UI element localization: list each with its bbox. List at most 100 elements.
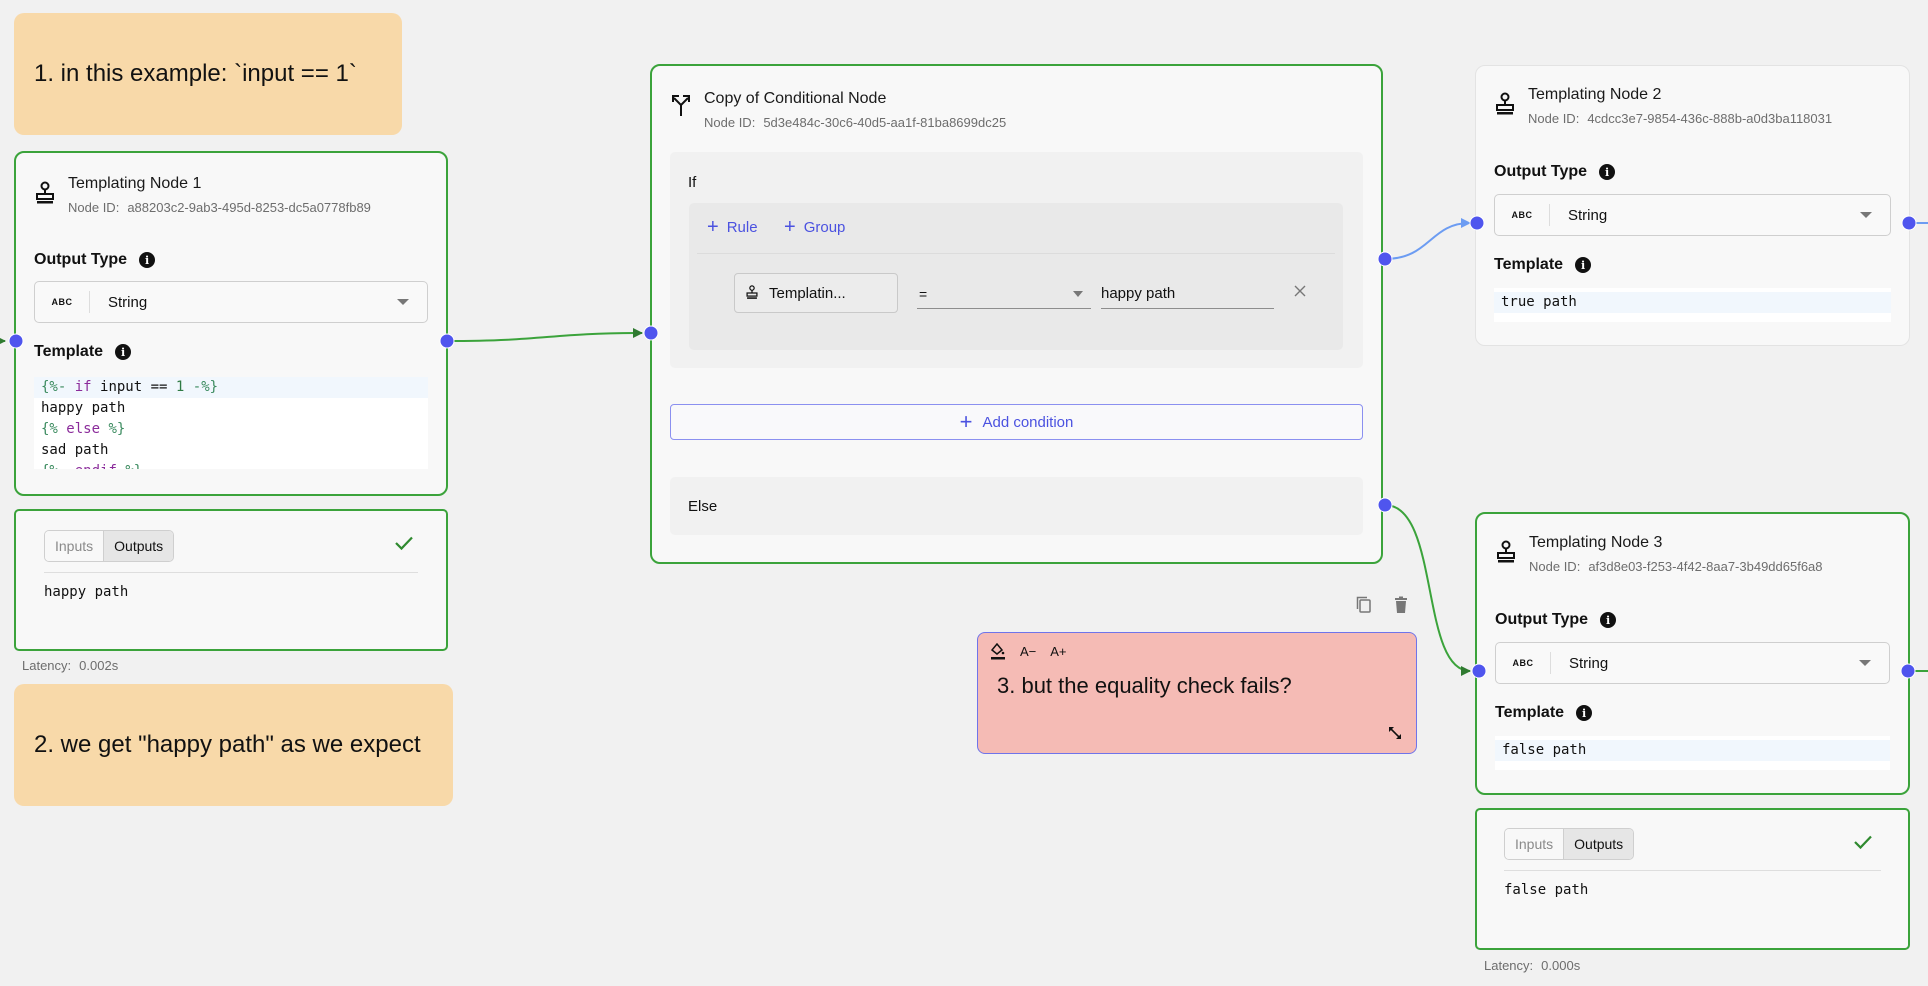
rules-box: + Rule + Group Templatin... = happy path: [689, 203, 1343, 350]
sticky-note-3-text: 3. but the equality check fails?: [997, 673, 1292, 698]
conditional-node[interactable]: Copy of Conditional Node Node ID: 5d3e484…: [650, 64, 1383, 564]
node-1-input-handle[interactable]: [8, 333, 24, 349]
output-value: false path: [1504, 882, 1589, 898]
info-icon[interactable]: i: [1599, 164, 1616, 180]
add-rule-label: Rule: [726, 218, 758, 236]
close-icon: [1294, 285, 1306, 297]
add-rule-button[interactable]: + Rule: [707, 217, 758, 237]
code-line: false path: [1495, 740, 1890, 761]
output-type-label: Output Type: [34, 251, 128, 268]
output-type-select[interactable]: ABC String: [1494, 194, 1891, 236]
note-delete-button[interactable]: [1394, 596, 1408, 614]
latency-value: 0.000s: [1541, 958, 1581, 973]
template-editor[interactable]: {%- if input == 1 -%} happy path {% else…: [34, 377, 428, 469]
if-label: If: [688, 174, 697, 191]
rule-field-value: Templatin...: [769, 284, 846, 302]
node-id-value: 4cdcc3e7-9854-436c-888b-a0d3ba118031: [1587, 111, 1833, 126]
node-id-label: Node ID:: [1529, 559, 1581, 574]
sticky-note-1-text: 1. in this example: `input == 1`: [34, 60, 357, 87]
sticky-note-2[interactable]: 2. we get "happy path" as we expect: [14, 684, 453, 806]
template-editor[interactable]: true path: [1494, 288, 1891, 322]
edge-if-to-node2[interactable]: [1384, 218, 1471, 260]
plus-icon: +: [707, 216, 719, 238]
font-increase-button[interactable]: A+: [1050, 644, 1066, 659]
stamp-icon: [1496, 92, 1514, 115]
latency-value: 0.002s: [79, 658, 119, 673]
rule-operator-select[interactable]: =: [917, 279, 1091, 309]
templating-node-2[interactable]: Templating Node 2 Node ID: 4cdcc3e7-9854-…: [1475, 65, 1910, 346]
templating-node-1[interactable]: Templating Node 1 Node ID: a88203c2-9ab3-…: [14, 151, 448, 496]
node-title: Templating Node 2: [1528, 86, 1662, 103]
chevron-down-icon: [397, 299, 409, 305]
sticky-note-3[interactable]: A− A+ 3. but the equality check fails?: [977, 632, 1417, 754]
latency-label: Latency:: [1484, 958, 1534, 973]
sticky-note-2-text: 2. we get "happy path" as we expect: [34, 731, 421, 758]
info-icon[interactable]: i: [1576, 705, 1593, 721]
output-type-value: String: [1569, 654, 1609, 672]
node-2-output-handle[interactable]: [1901, 215, 1917, 231]
node-3-input-handle[interactable]: [1471, 663, 1487, 679]
if-output-handle[interactable]: [1377, 251, 1393, 267]
add-group-button[interactable]: + Group: [784, 217, 845, 237]
node-id-label: Node ID:: [704, 115, 756, 130]
code-line: {%- if input == 1 -%}: [34, 377, 428, 398]
info-icon[interactable]: i: [115, 344, 132, 360]
else-label: Else: [688, 497, 718, 515]
conditional-input-handle[interactable]: [643, 325, 659, 341]
output-type-value: String: [1568, 206, 1608, 224]
code-line: {% else %}: [41, 421, 126, 437]
sticky-note-1[interactable]: 1. in this example: `input == 1`: [14, 13, 402, 135]
latency-label: Latency:: [22, 658, 72, 673]
rule-value-text: happy path: [1101, 285, 1176, 302]
chevron-down-icon: [1073, 290, 1083, 297]
divider: [697, 253, 1335, 254]
paint-bucket-icon[interactable]: [990, 643, 1006, 660]
add-condition-button[interactable]: + Add condition: [670, 404, 1363, 440]
node-title: Templating Node 3: [1529, 534, 1663, 551]
node-title: Templating Node 1: [68, 175, 202, 192]
node-1-output-handle[interactable]: [439, 333, 455, 349]
branch-icon: [672, 95, 690, 116]
chevron-down-icon: [1860, 212, 1872, 218]
node-title: Copy of Conditional Node: [704, 90, 887, 107]
checkmark-icon: [1854, 835, 1872, 850]
node-id-value: a88203c2-9ab3-495d-8253-dc5a0778fb89: [127, 200, 371, 215]
node-id-label: Node ID:: [68, 200, 120, 215]
string-type-icon: ABC: [35, 291, 90, 313]
info-icon[interactable]: i: [139, 252, 156, 268]
resize-diagonal-icon[interactable]: [1387, 725, 1403, 741]
tab-outputs[interactable]: Outputs: [104, 531, 174, 561]
note-copy-button[interactable]: [1356, 596, 1372, 614]
info-icon[interactable]: i: [1575, 257, 1592, 273]
tab-inputs[interactable]: Inputs: [45, 531, 105, 561]
template-label: Template: [1495, 704, 1565, 721]
code-line: {%- endif %}: [34, 461, 428, 469]
string-type-icon: ABC: [1496, 652, 1551, 674]
output-type-value: String: [108, 293, 148, 311]
rule-value-input[interactable]: happy path: [1101, 279, 1274, 309]
edge-node1-to-conditional[interactable]: [446, 328, 643, 342]
remove-rule-button[interactable]: [1292, 283, 1308, 299]
rule-field-select[interactable]: Templatin...: [734, 273, 898, 313]
font-decrease-button[interactable]: A−: [1020, 644, 1036, 659]
add-condition-label: Add condition: [982, 413, 1074, 431]
tab-outputs[interactable]: Outputs: [1564, 829, 1634, 859]
templating-node-3[interactable]: Templating Node 3 Node ID: af3d8e03-f253-…: [1475, 512, 1910, 795]
node-1-output-panel: Inputs Outputs happy path: [14, 509, 448, 651]
else-output-handle[interactable]: [1377, 497, 1393, 513]
copy-icon: [1356, 596, 1371, 613]
node-2-input-handle[interactable]: [1469, 215, 1485, 231]
node-3-output-handle[interactable]: [1900, 663, 1916, 679]
divider: [1504, 870, 1881, 871]
info-icon[interactable]: i: [1600, 612, 1617, 628]
output-type-select[interactable]: ABC String: [34, 281, 428, 323]
template-editor[interactable]: false path: [1495, 736, 1890, 770]
code-line: happy path: [41, 400, 126, 416]
io-tabs: Inputs Outputs: [44, 530, 175, 562]
code-line: true path: [1494, 292, 1891, 313]
plus-icon: +: [959, 409, 973, 434]
node-id-label: Node ID:: [1528, 111, 1580, 126]
tab-inputs[interactable]: Inputs: [1505, 829, 1565, 859]
output-type-select[interactable]: ABC String: [1495, 642, 1890, 684]
node-3-latency: Latency: 0.000s: [1484, 958, 1580, 973]
